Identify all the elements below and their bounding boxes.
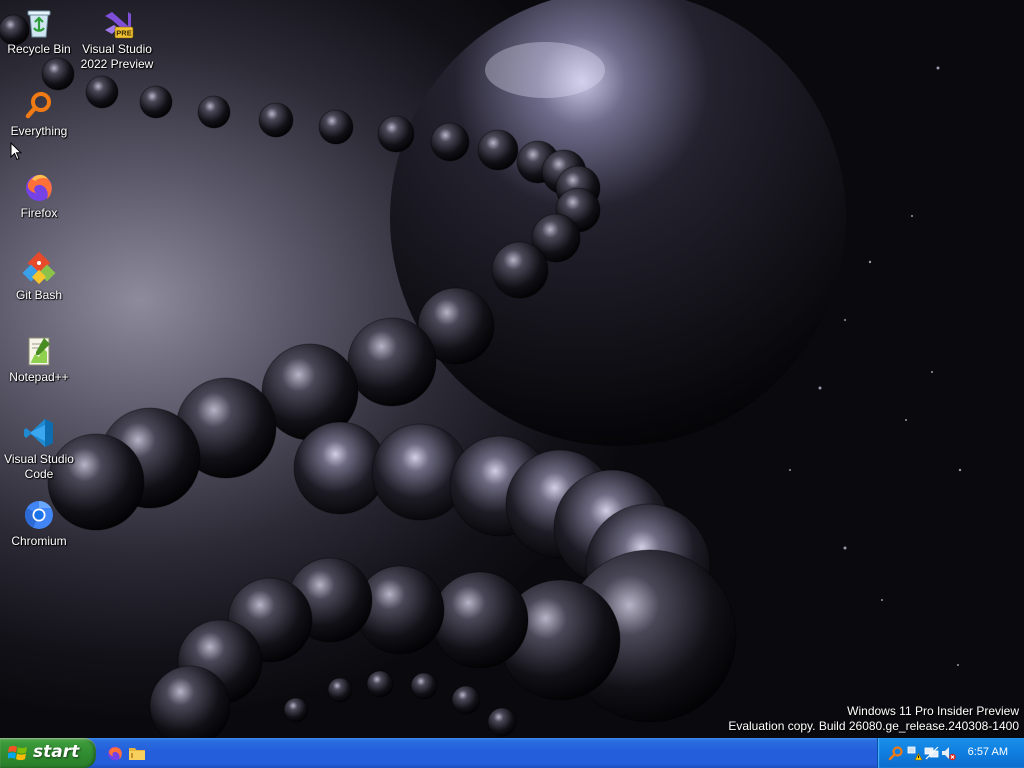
desktop-icon-firefox[interactable]: Firefox (0, 170, 78, 221)
desktop-icon-visual-studio-2022-preview[interactable]: PRE Visual Studio 2022 Preview (78, 6, 156, 72)
desktop-icon-label: Visual Studio 2022 Preview (78, 42, 156, 72)
firefox-icon (26, 174, 52, 201)
everything-search-icon (25, 92, 51, 119)
desktop-icon-everything[interactable]: Everything (0, 88, 78, 139)
label-text: Visual Studio Code (4, 452, 74, 481)
label-text: Visual Studio 2022 Preview (80, 42, 154, 71)
file-explorer-icon[interactable] (128, 744, 146, 762)
network-disconnected-icon[interactable] (924, 745, 940, 761)
start-label: start (33, 742, 80, 762)
desktop-icon-label: Visual Studio Code (0, 452, 78, 482)
pre-badge: PRE (116, 29, 131, 38)
chromium-icon (25, 501, 53, 529)
desktop-icon-notepad-plus-plus[interactable]: Notepad++ (0, 334, 78, 385)
start-button[interactable]: start (0, 738, 96, 768)
git-bash-icon (22, 252, 56, 285)
firefox-icon[interactable] (106, 744, 124, 762)
vscode-icon (24, 419, 53, 447)
desktop-icon-label: Git Bash (15, 288, 63, 302)
watermark-build: Evaluation copy. Build 26080.ge_release.… (728, 719, 1019, 733)
desktop-icon-recycle-bin[interactable]: Recycle Bin (0, 6, 78, 57)
desktop-icon-label: Everything (10, 124, 68, 138)
taskbar-clock[interactable]: 6:57 AM (968, 746, 1008, 758)
taskbar: start 6:57 AM (0, 738, 1024, 768)
windows-logo-icon (8, 745, 27, 761)
network-warning-icon[interactable] (906, 745, 922, 761)
windows-build-watermark: Windows 11 Pro Insider Preview Evaluatio… (728, 704, 1019, 734)
mouse-pointer-icon (10, 142, 22, 161)
notepad-plus-plus-icon (28, 337, 50, 366)
desktop-icon-label: Firefox (20, 206, 58, 220)
system-tray: 6:57 AM (877, 738, 1024, 768)
desktop-icon-git-bash[interactable]: Git Bash (0, 252, 78, 303)
desktop-icon-label: Notepad++ (9, 370, 69, 384)
desktop-icon-chromium[interactable]: Chromium (0, 498, 78, 549)
volume-muted-icon[interactable] (940, 745, 956, 761)
desktop-icon-label: Chromium (11, 534, 67, 548)
visual-studio-preview-icon: PRE (105, 12, 134, 39)
wallpaper-spheres (0, 0, 962, 738)
search-icon[interactable] (888, 745, 904, 761)
recycle-bin-icon (27, 10, 51, 38)
watermark-edition: Windows 11 Pro Insider Preview (847, 704, 1019, 718)
desktop[interactable]: Recycle Bin PRE Visual Studio 2022 Previ… (0, 0, 1024, 738)
desktop-icon-label: Recycle Bin (7, 42, 71, 56)
desktop-icon-visual-studio-code[interactable]: Visual Studio Code (0, 416, 78, 482)
